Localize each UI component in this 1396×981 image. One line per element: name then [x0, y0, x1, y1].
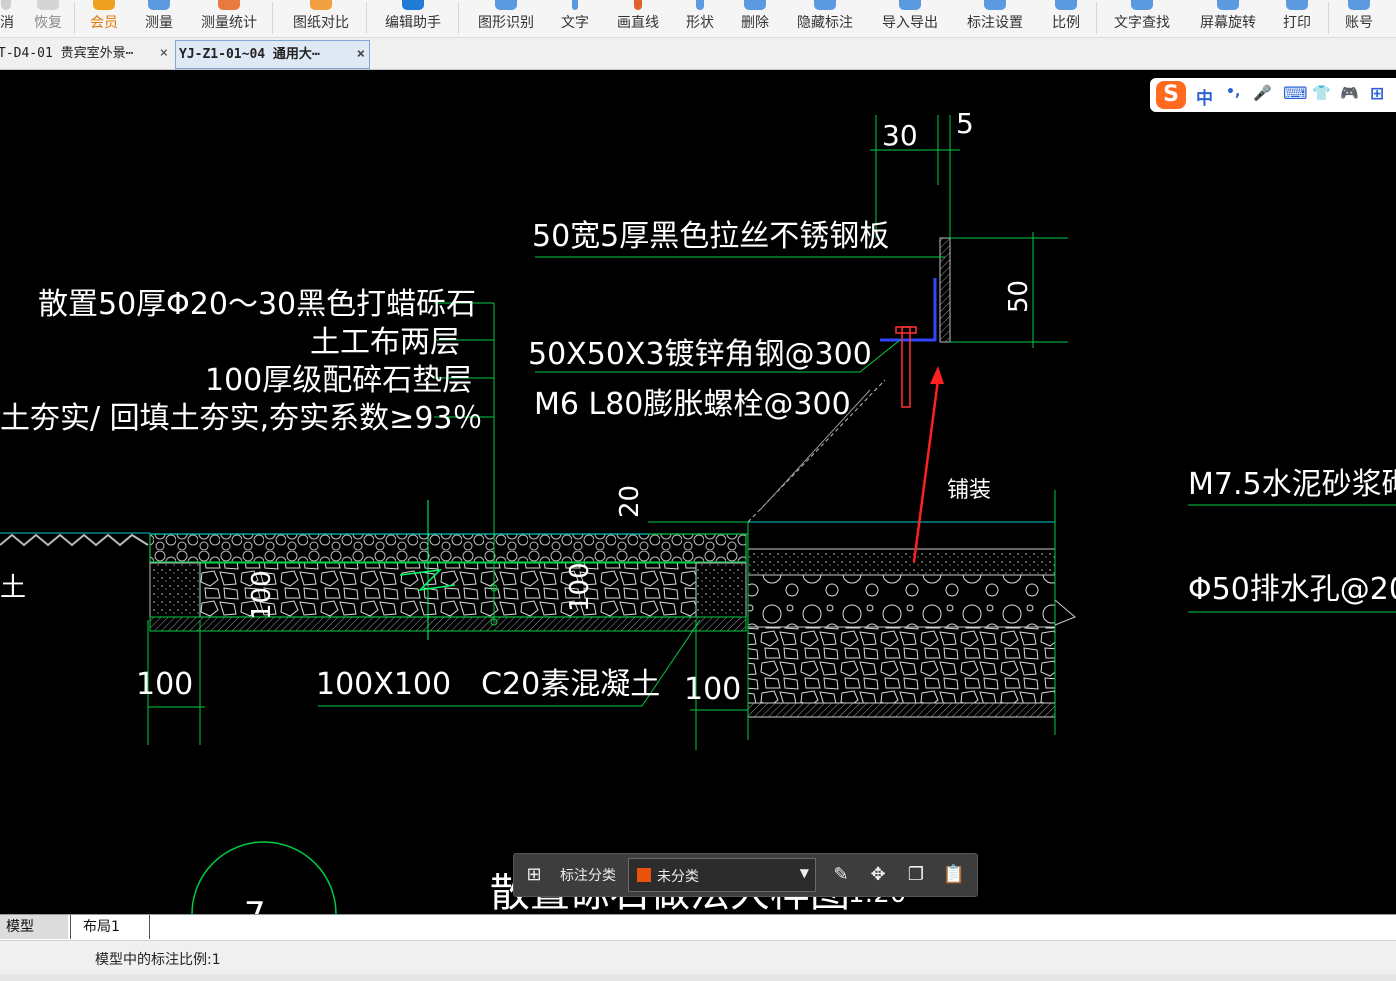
search-icon: [1131, 0, 1153, 10]
label-concrete: 100X100 C20素混凝土: [316, 667, 660, 702]
dim-5: 5: [956, 107, 974, 140]
eraser-icon: [744, 0, 766, 10]
toolbar-measure-stats-button[interactable]: 测量统计: [196, 0, 262, 37]
toolbar-hide-marks-button[interactable]: 隐藏标注: [792, 0, 858, 37]
label-gravel: 散置50厚Φ20～30黑色打蜡砾石: [38, 287, 476, 322]
toolbar-undo-button[interactable]: 消: [0, 0, 14, 37]
layout-tab-bar: 模型 布局1: [0, 914, 1396, 940]
main-toolbar: 消 恢复 会员 测量 测量统计 图纸对比 编辑助手 图形识别 文字 画直线 形状…: [0, 0, 1396, 38]
dim-50: 50: [1004, 280, 1034, 313]
chevron-down-icon: ▼: [799, 866, 809, 880]
import-export-icon: [899, 0, 921, 10]
toolbar-text-button[interactable]: 文字: [553, 0, 597, 37]
label-steel-plate: 50宽5厚黑色拉丝不锈钢板: [532, 219, 889, 254]
toolbar-redo-button[interactable]: 恢复: [26, 0, 70, 37]
detail-circle-number: 7: [244, 895, 266, 914]
game-icon[interactable]: 🎮: [1340, 84, 1359, 102]
toolbar-mark-settings-button[interactable]: 标注设置: [962, 0, 1028, 37]
hide-icon: [814, 0, 836, 10]
rotate-icon: [1217, 0, 1239, 10]
crown-icon: [93, 0, 115, 10]
document-tab-bar: T-D4-01 贵宾室外景⋯ × YJ-Z1-01~04 通用大⋯ ×: [0, 38, 1396, 70]
annotation-scale-status: 模型中的标注比例:1: [95, 952, 221, 968]
ime-toolbar[interactable]: S 中 •, 🎤 ⌨ 👕 🎮 ⊞: [1150, 78, 1396, 112]
measure-stats-icon: [218, 0, 240, 10]
dim-100-right: 100: [684, 672, 741, 707]
close-icon[interactable]: ×: [357, 41, 365, 68]
toolbar-account-button[interactable]: 账号: [1337, 0, 1381, 37]
toolbar-shape-button[interactable]: 形状: [678, 0, 722, 37]
dim-100-vertical-1: 100: [247, 570, 277, 620]
grid-icon[interactable]: ⊞: [522, 863, 546, 887]
annotation-category-select[interactable]: 未分类 ▼: [628, 858, 816, 892]
toolbar-shape-recognize-button[interactable]: 图形识别: [473, 0, 539, 37]
toolbar-edit-assistant-button[interactable]: 编辑助手: [380, 0, 446, 37]
recognize-icon: [495, 0, 517, 10]
toolbar-rotate-button[interactable]: 屏幕旋转: [1195, 0, 1261, 37]
edit-icon[interactable]: ✎: [829, 863, 853, 887]
tab-model[interactable]: 模型: [0, 915, 68, 939]
toolbar-import-export-button[interactable]: 导入导出: [877, 0, 943, 37]
category-color-swatch: [637, 868, 651, 882]
tab-document-2[interactable]: YJ-Z1-01~04 通用大⋯ ×: [175, 40, 370, 69]
user-icon: [1348, 0, 1370, 10]
label-geotextile: 土工布两层: [310, 325, 460, 360]
edit-assistant-icon: [402, 0, 424, 10]
microphone-icon[interactable]: 🎤: [1253, 84, 1272, 102]
ime-punctuation-icon[interactable]: •,: [1226, 84, 1240, 100]
label-crushed-stone: 100厚级配碎石垫层: [205, 363, 472, 398]
drawing-canvas[interactable]: 30 5 50 50宽5厚黑色拉丝不锈钢板 散置50厚Φ20～30黑色打蜡砾石 …: [0, 70, 1396, 914]
ruler-icon: [148, 0, 170, 10]
line-icon: [634, 0, 642, 10]
annotation-toolbar: ⊞ 标注分类 未分类 ▼ ✎ ✥ ❐ 📋: [513, 853, 978, 897]
skin-icon[interactable]: 👕: [1312, 84, 1331, 102]
annotation-category-label: 标注分类: [560, 868, 616, 884]
dim-100-vertical-2: 100: [565, 562, 595, 612]
dim-30: 30: [882, 119, 918, 152]
cad-drawing: 30 5 50 50宽5厚黑色拉丝不锈钢板 散置50厚Φ20～30黑色打蜡砾石 …: [0, 107, 1396, 914]
scale-icon: [1055, 0, 1077, 10]
close-icon[interactable]: ×: [160, 40, 168, 67]
toolbar-text-search-button[interactable]: 文字查找: [1109, 0, 1175, 37]
label-left-edge: 土: [0, 573, 26, 603]
tab-document-1[interactable]: T-D4-01 贵宾室外景⋯ ×: [0, 40, 172, 67]
dim-100-left: 100: [136, 667, 193, 702]
compare-icon: [310, 0, 332, 10]
toolbar-member-button[interactable]: 会员: [82, 0, 126, 37]
toolbar-compare-button[interactable]: 图纸对比: [288, 0, 354, 37]
tab-layout1[interactable]: 布局1: [70, 915, 150, 939]
toolbox-icon[interactable]: ⊞: [1370, 84, 1384, 104]
dim-20: 20: [615, 485, 645, 518]
label-angle-steel: 50X50X3镀锌角钢@300: [528, 337, 872, 372]
label-paving: 铺装: [947, 478, 991, 503]
copy-icon[interactable]: ❐: [904, 863, 928, 887]
label-mortar: M7.5水泥砂浆砌: [1188, 467, 1396, 502]
bottom-strip: [0, 974, 1396, 981]
toolbar-line-button[interactable]: 画直线: [613, 0, 663, 37]
printer-icon: [1286, 0, 1308, 10]
status-bar: 模型中的标注比例:1: [0, 940, 1396, 975]
redo-icon: [37, 0, 59, 10]
move-icon[interactable]: ✥: [866, 863, 890, 887]
ime-chinese-mode[interactable]: 中: [1196, 84, 1213, 109]
toolbar-scale-button[interactable]: 比例: [1044, 0, 1088, 37]
text-icon: [572, 0, 578, 10]
gear-icon: [984, 0, 1006, 10]
keyboard-icon[interactable]: ⌨: [1283, 84, 1308, 104]
shape-icon: [696, 0, 704, 10]
sogou-logo-icon: S: [1156, 81, 1186, 109]
label-soil: 素土夯实/ 回填土夯实,夯实系数≥93％: [0, 401, 483, 436]
toolbar-delete-button[interactable]: 删除: [733, 0, 777, 37]
toolbar-print-button[interactable]: 打印: [1275, 0, 1319, 37]
label-bolt: M6 L80膨胀螺栓@300: [534, 387, 851, 422]
paste-icon[interactable]: 📋: [942, 863, 966, 887]
toolbar-measure-button[interactable]: 测量: [137, 0, 181, 37]
undo-icon: [1, 0, 11, 10]
label-drain: Φ50排水孔@20: [1188, 572, 1396, 607]
